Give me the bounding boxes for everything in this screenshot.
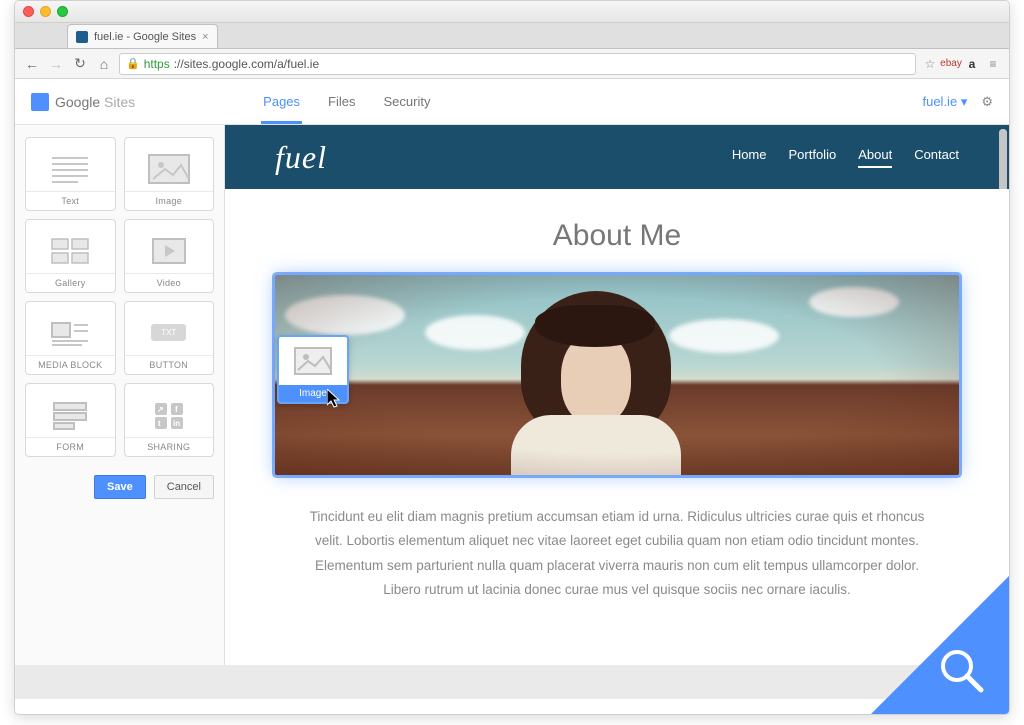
cursor-icon xyxy=(327,389,343,412)
search-icon[interactable] xyxy=(935,644,991,700)
bookmark-star-icon[interactable]: ☆ xyxy=(922,56,938,72)
lock-icon: 🔒 xyxy=(126,57,140,70)
widget-button[interactable]: TXT BUTTON xyxy=(124,301,215,375)
browser-tab[interactable]: fuel.ie - Google Sites × xyxy=(67,24,218,48)
close-window-button[interactable] xyxy=(23,6,34,17)
body-paragraph: Tincidunt eu elit diam magnis pretium ac… xyxy=(297,505,937,602)
app-tabs: Pages Files Security xyxy=(261,80,432,123)
widget-form[interactable]: FORM xyxy=(25,383,116,457)
browser-tab-strip: fuel.ie - Google Sites × xyxy=(15,23,1009,49)
button-inner-label: TXT xyxy=(151,324,186,341)
url-scheme: https xyxy=(144,57,170,71)
widget-label: Video xyxy=(125,273,214,292)
site-nav: Home Portfolio About Contact xyxy=(732,147,959,168)
image-icon xyxy=(125,146,214,191)
product-name: Google xyxy=(55,94,100,110)
extension-icon[interactable]: ebay xyxy=(943,56,959,72)
widget-sharing[interactable]: ↗ f t in SHARING xyxy=(124,383,215,457)
image-icon xyxy=(279,337,347,385)
url-path: ://sites.google.com/a/fuel.ie xyxy=(174,57,319,71)
account-label: fuel.ie xyxy=(922,94,957,109)
hero-image-block[interactable] xyxy=(275,275,959,475)
zoom-window-button[interactable] xyxy=(57,6,68,17)
nav-home[interactable]: Home xyxy=(732,147,767,168)
text-lines-icon xyxy=(26,146,115,191)
sharing-icon: ↗ f t in xyxy=(125,392,214,437)
save-button[interactable]: Save xyxy=(94,475,146,499)
widget-text[interactable]: Text xyxy=(25,137,116,211)
widget-label: Text xyxy=(26,191,115,210)
home-button[interactable]: ⌂ xyxy=(95,55,113,73)
back-button[interactable]: ← xyxy=(23,55,41,73)
widget-gallery[interactable]: Gallery xyxy=(25,219,116,293)
nav-about[interactable]: About xyxy=(858,147,892,168)
site-brand[interactable]: fuel xyxy=(275,139,327,176)
hero-image xyxy=(275,275,959,475)
canvas-footer-strip xyxy=(15,665,1009,699)
widget-video[interactable]: Video xyxy=(124,219,215,293)
video-icon xyxy=(125,228,214,273)
browser-toolbar: ← → ↻ ⌂ 🔒 https ://sites.google.com/a/fue… xyxy=(15,49,1009,79)
extension-icon-amazon[interactable]: a xyxy=(964,56,980,72)
widget-label: SHARING xyxy=(125,437,214,456)
svg-text:f: f xyxy=(175,405,178,414)
account-menu[interactable]: fuel.ie ▾ xyxy=(922,94,967,110)
svg-text:t: t xyxy=(158,419,161,428)
widget-sidebar: Text Image Gallery xyxy=(15,125,225,665)
app-header: Google Sites Pages Files Security fuel.i… xyxy=(15,79,1009,125)
tab-security[interactable]: Security xyxy=(382,80,433,123)
chevron-down-icon: ▾ xyxy=(961,94,968,109)
form-icon xyxy=(26,392,115,437)
product-mark-icon xyxy=(31,93,49,111)
media-block-icon xyxy=(26,310,115,355)
tab-favicon xyxy=(76,31,88,43)
widget-label: BUTTON xyxy=(125,355,214,374)
tab-title: fuel.ie - Google Sites xyxy=(94,31,196,43)
button-icon: TXT xyxy=(125,310,214,355)
widget-label: FORM xyxy=(26,437,115,456)
tab-files[interactable]: Files xyxy=(326,80,357,123)
cancel-button[interactable]: Cancel xyxy=(154,475,214,499)
nav-contact[interactable]: Contact xyxy=(914,147,959,168)
product-sub: Sites xyxy=(104,94,135,110)
widget-image[interactable]: Image xyxy=(124,137,215,211)
gallery-icon xyxy=(26,228,115,273)
widget-label: Image xyxy=(125,191,214,210)
forward-button[interactable]: → xyxy=(47,55,65,73)
svg-text:in: in xyxy=(173,419,180,428)
nav-portfolio[interactable]: Portfolio xyxy=(789,147,837,168)
close-tab-icon[interactable]: × xyxy=(202,31,208,43)
reload-button[interactable]: ↻ xyxy=(71,55,89,73)
widget-media-block[interactable]: MEDIA BLOCK xyxy=(25,301,116,375)
widget-label: MEDIA BLOCK xyxy=(26,355,115,374)
minimize-window-button[interactable] xyxy=(40,6,51,17)
chrome-menu-icon[interactable]: ≡ xyxy=(985,56,1001,72)
widget-label: Gallery xyxy=(26,273,115,292)
svg-text:↗: ↗ xyxy=(157,405,164,414)
site-header: fuel Home Portfolio About Contact xyxy=(225,125,1009,189)
product-logo[interactable]: Google Sites xyxy=(31,93,135,111)
address-bar[interactable]: 🔒 https ://sites.google.com/a/fuel.ie xyxy=(119,53,916,75)
tab-pages[interactable]: Pages xyxy=(261,80,302,123)
gear-icon[interactable]: ⚙ xyxy=(981,94,993,110)
page-title: About Me xyxy=(275,189,959,275)
window-titlebar xyxy=(15,1,1009,23)
